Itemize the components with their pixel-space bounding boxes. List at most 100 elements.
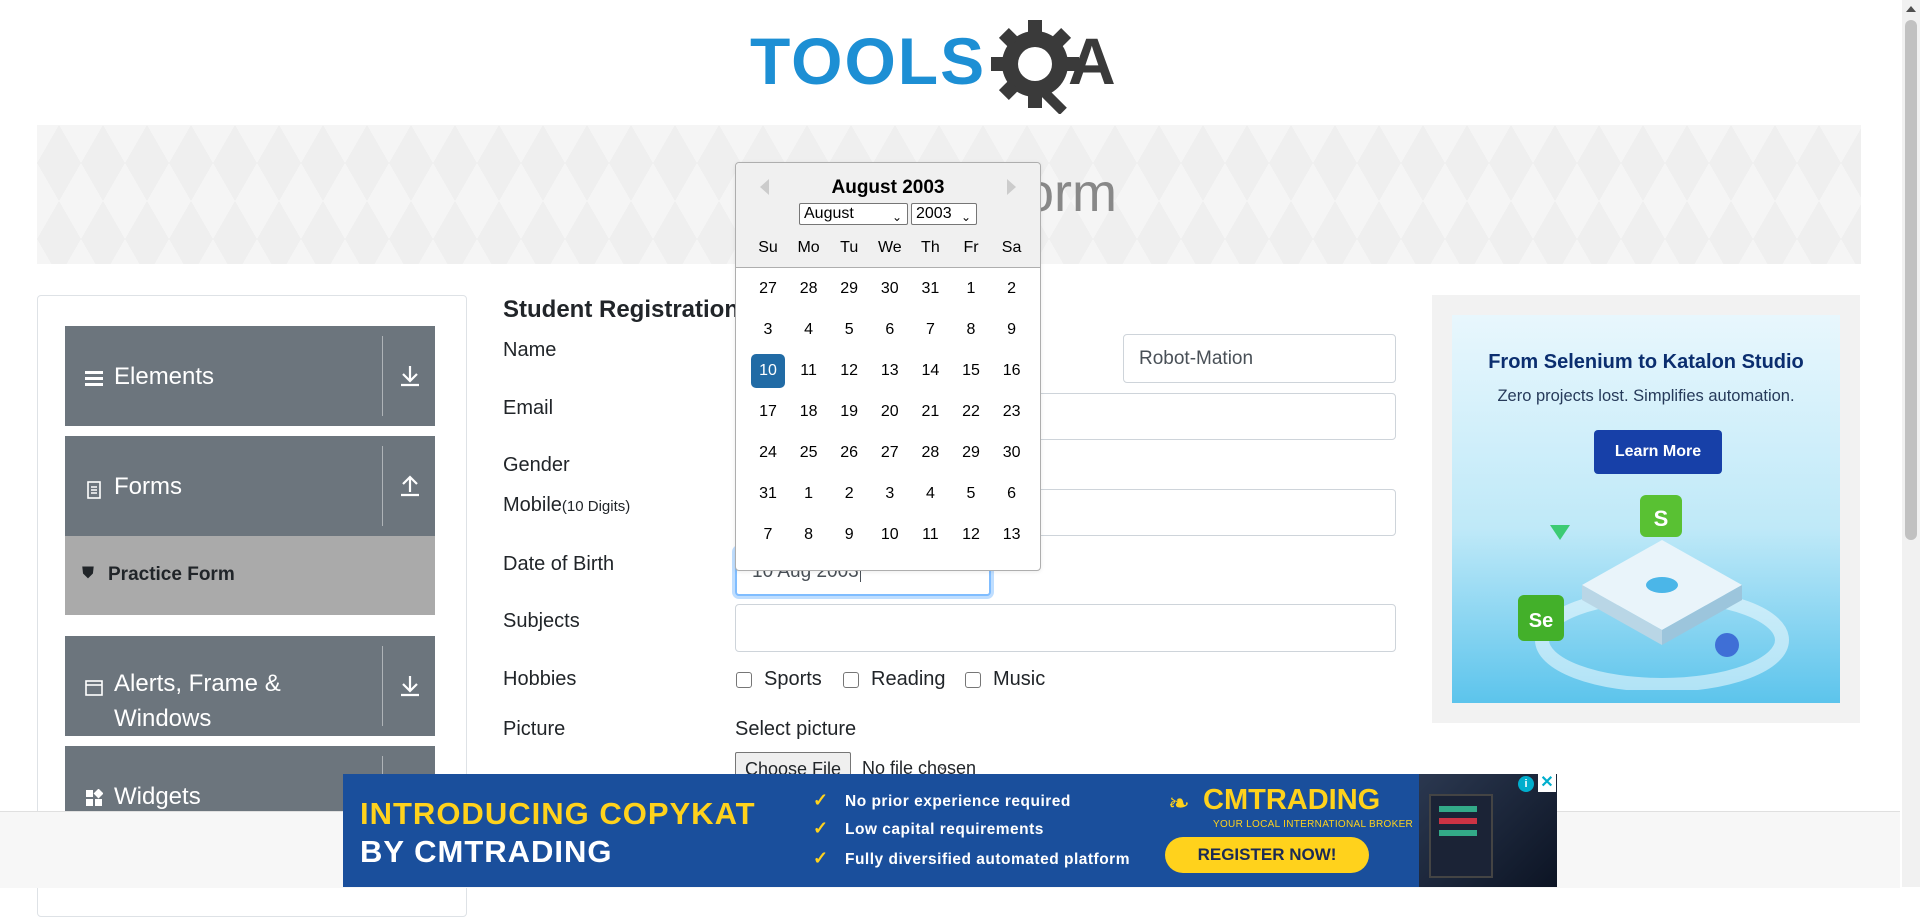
scrollbar-thumb[interactable] — [1905, 20, 1917, 540]
download-arrow-icon[interactable] — [393, 674, 427, 698]
calendar-day[interactable]: 10 — [873, 518, 907, 552]
calendar-day[interactable]: 12 — [954, 518, 988, 552]
calendar-day[interactable]: 31 — [913, 272, 947, 306]
year-select[interactable]: 2003 ⌄ — [911, 203, 977, 225]
svg-text:A: A — [1068, 24, 1116, 98]
calendar-day[interactable]: 16 — [995, 354, 1029, 388]
hobbies-label: Hobbies — [503, 668, 577, 690]
sidebar-item-label: Practice Form — [108, 564, 235, 585]
sidebar-group-alerts-frame-windows[interactable]: Alerts, Frame & Windows — [65, 636, 435, 736]
picture-caption: Select picture — [735, 718, 857, 740]
last-name-input[interactable]: Robot-Mation — [1123, 334, 1396, 383]
mobile-label: Mobile(10 Digits) — [503, 494, 630, 517]
calendar-day[interactable]: 24 — [751, 436, 785, 470]
scroll-up-icon[interactable] — [1906, 6, 1916, 12]
reading-checkbox[interactable] — [843, 671, 859, 688]
collapse-chevron-icon[interactable]: ⌄ — [937, 757, 949, 774]
calendar-day[interactable]: 26 — [832, 436, 866, 470]
subjects-input[interactable] — [735, 604, 1396, 652]
calendar-day[interactable]: 11 — [913, 518, 947, 552]
calendar-day[interactable]: 1 — [792, 477, 826, 511]
chevron-down-icon: ⌄ — [891, 210, 902, 224]
calendar-day[interactable]: 21 — [913, 395, 947, 429]
calendar-day[interactable]: 2 — [832, 477, 866, 511]
ad-bullet: No prior experience required — [845, 793, 1071, 810]
calendar-day[interactable]: 30 — [873, 272, 907, 306]
register-now-button[interactable]: REGISTER NOW! — [1165, 837, 1369, 873]
calendar-day[interactable]: 7 — [751, 518, 785, 552]
calendar-day[interactable]: 31 — [751, 477, 785, 511]
calendar-day[interactable]: 6 — [995, 477, 1029, 511]
calendar-day[interactable]: 13 — [873, 354, 907, 388]
ad-close-icon[interactable]: ✕ — [1538, 774, 1556, 792]
calendar-day[interactable]: 4 — [792, 313, 826, 347]
month-select-value: August — [804, 205, 854, 222]
calendar-day[interactable]: 30 — [995, 436, 1029, 470]
calendar-day[interactable]: 15 — [954, 354, 988, 388]
sidebar-item-practice-form[interactable]: ⛊ Practice Form — [65, 536, 435, 615]
datepicker-header: August 2003 August ⌄ 2003 ⌄ Su Mo Tu We Th Fr… — [736, 163, 1040, 268]
calendar-day[interactable]: 6 — [873, 313, 907, 347]
sidebar-group-label: Forms — [114, 473, 182, 500]
calendar-day[interactable]: 3 — [873, 477, 907, 511]
calendar-day[interactable]: 5 — [832, 313, 866, 347]
sidebar-group-forms[interactable]: Forms — [65, 436, 435, 536]
calendar-day[interactable]: 14 — [913, 354, 947, 388]
calendar-day[interactable]: 8 — [792, 518, 826, 552]
calendar-day[interactable]: 22 — [954, 395, 988, 429]
calendar-day[interactable]: 12 — [832, 354, 866, 388]
ad-katalon[interactable]: From Selenium to Katalon Studio Zero pro… — [1432, 295, 1860, 723]
weekday-label: Th — [921, 239, 940, 256]
calendar-day[interactable]: 8 — [954, 313, 988, 347]
sports-checkbox[interactable] — [736, 671, 752, 688]
calendar-day[interactable]: 23 — [995, 395, 1029, 429]
hobby-music[interactable]: Music — [965, 668, 1045, 691]
upload-arrow-icon[interactable] — [393, 474, 427, 498]
mobile-input[interactable] — [1000, 489, 1396, 536]
page-scrollbar[interactable] — [1902, 0, 1920, 887]
calendar-day[interactable]: 28 — [913, 436, 947, 470]
hobby-label: Reading — [871, 668, 946, 690]
calendar-day[interactable]: 18 — [792, 395, 826, 429]
window-icon — [85, 680, 103, 696]
calendar-day[interactable]: 25 — [792, 436, 826, 470]
ad-tagline: YOUR LOCAL INTERNATIONAL BROKER — [1213, 819, 1414, 830]
calendar-day[interactable]: 1 — [954, 272, 988, 306]
calendar-day[interactable]: 29 — [832, 272, 866, 306]
calendar-day[interactable]: 5 — [954, 477, 988, 511]
calendar-day[interactable]: 4 — [913, 477, 947, 511]
toolsqa-logo[interactable]: TOOLS A — [750, 18, 1154, 115]
calendar-day[interactable]: 2 — [995, 272, 1029, 306]
calendar-day[interactable]: 3 — [751, 313, 785, 347]
hobby-sports[interactable]: Sports — [736, 668, 822, 691]
music-checkbox[interactable] — [965, 671, 981, 688]
calendar-day[interactable]: 11 — [792, 354, 826, 388]
calendar-day[interactable]: 27 — [751, 272, 785, 306]
email-input[interactable] — [1000, 393, 1396, 440]
subjects-label: Subjects — [503, 610, 580, 632]
calendar-day-selected[interactable]: 10 — [751, 354, 785, 388]
calendar-day[interactable]: 7 — [913, 313, 947, 347]
hobby-reading[interactable]: Reading — [843, 668, 946, 691]
calendar-day[interactable]: 9 — [832, 518, 866, 552]
calendar-day[interactable]: 20 — [873, 395, 907, 429]
ad-bullet: Low capital requirements — [845, 821, 1044, 838]
calendar-day[interactable]: 28 — [792, 272, 826, 306]
hobby-label: Sports — [764, 668, 822, 690]
ad-headline-2: BY CMTRADING — [360, 834, 613, 869]
calendar-day[interactable]: 29 — [954, 436, 988, 470]
month-select[interactable]: August ⌄ — [799, 203, 908, 225]
sidebar-group-elements[interactable]: Elements — [65, 326, 435, 426]
calendar-day[interactable]: 19 — [832, 395, 866, 429]
download-arrow-icon[interactable] — [393, 364, 427, 388]
calendar-day[interactable]: 17 — [751, 395, 785, 429]
learn-more-button[interactable]: Learn More — [1594, 430, 1722, 474]
calendar-day[interactable]: 13 — [995, 518, 1029, 552]
hobby-label: Music — [993, 668, 1046, 690]
ad-info-icon[interactable]: i — [1518, 776, 1534, 792]
ad-cmtrading[interactable]: INTRODUCING COPYKAT BY CMTRADING ✓ No pr… — [343, 774, 1557, 887]
calendar-day[interactable]: 27 — [873, 436, 907, 470]
weekday-label: Sa — [1001, 239, 1022, 256]
next-month-icon[interactable] — [1007, 179, 1016, 195]
calendar-day[interactable]: 9 — [995, 313, 1029, 347]
